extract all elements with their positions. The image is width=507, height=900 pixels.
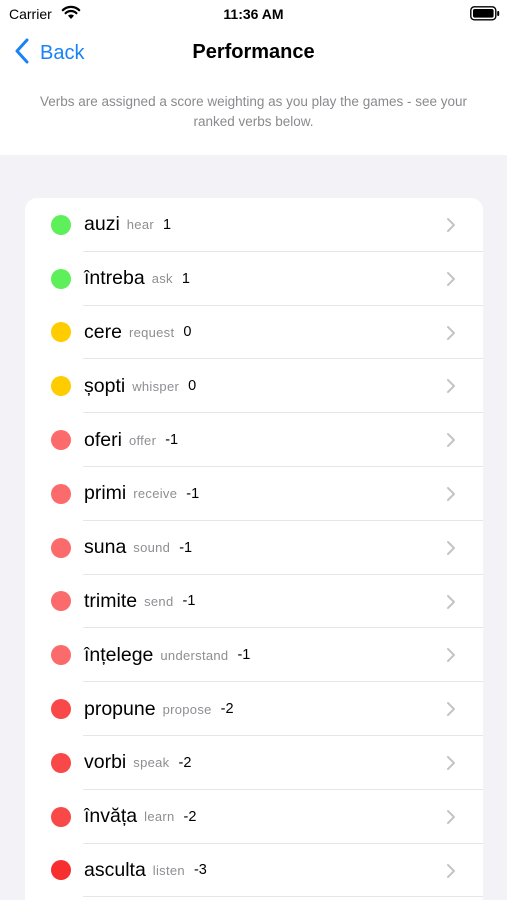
navigation-bar: Back Performance: [0, 28, 507, 78]
translation-label: speak: [133, 755, 170, 771]
verb-label: întreba: [84, 267, 145, 290]
translation-label: ask: [151, 271, 173, 287]
page-title: Performance: [192, 41, 315, 63]
verb-label: primi: [84, 482, 127, 505]
verb-row[interactable]: primi receive -1: [25, 467, 483, 521]
verb-row[interactable]: oferi offer -1: [25, 413, 483, 467]
translation-label: request: [128, 324, 175, 340]
score-label: 0: [188, 378, 197, 395]
translation-label: sound: [133, 540, 171, 556]
score-indicator-dot: [51, 591, 71, 612]
score-indicator-dot: [51, 322, 71, 343]
verb-row[interactable]: șopti whisper 0: [25, 359, 483, 413]
score-indicator-dot: [51, 214, 71, 235]
chevron-right-icon: [447, 325, 455, 340]
verb-row[interactable]: vorbi speak -2: [25, 736, 483, 790]
score-label: -1: [186, 485, 200, 502]
verb-row[interactable]: înțelege understand -1: [25, 628, 483, 682]
score-label: -2: [183, 808, 197, 825]
translation-label: offer: [128, 432, 157, 448]
verb-row[interactable]: auzi hear 1: [25, 198, 483, 252]
verb-row[interactable]: învăța learn -2: [25, 790, 483, 844]
verb-label: suna: [84, 536, 127, 559]
verb-label: cere: [84, 320, 122, 343]
translation-label: send: [144, 593, 174, 609]
score-indicator-dot: [51, 430, 71, 451]
status-time: 11:36 AM: [223, 6, 284, 22]
verb-list: auzi hear 1 întreba ask 1 cere request 0 șopti whi…: [25, 198, 483, 900]
verb-row[interactable]: propune propose -2: [25, 682, 483, 736]
translation-label: learn: [144, 809, 175, 825]
chevron-right-icon: [447, 486, 455, 501]
score-label: -2: [178, 754, 192, 771]
score-indicator-dot: [51, 483, 71, 504]
translation-label: propose: [162, 701, 212, 717]
chevron-right-icon: [447, 540, 455, 555]
score-label: -1: [237, 647, 251, 664]
score-indicator-dot: [51, 268, 71, 289]
score-label: 1: [181, 270, 190, 287]
verb-row[interactable]: asculta listen -3: [25, 844, 483, 898]
verb-label: auzi: [84, 213, 120, 236]
chevron-right-icon: [447, 594, 455, 609]
verb-label: șopti: [84, 374, 126, 397]
translation-label: listen: [152, 862, 185, 878]
score-label: -1: [179, 539, 193, 556]
score-indicator-dot: [51, 376, 71, 397]
score-label: -3: [193, 862, 207, 879]
chevron-right-icon: [447, 379, 455, 394]
translation-label: receive: [133, 486, 178, 502]
verb-label: vorbi: [84, 751, 127, 774]
score-label: -2: [220, 701, 234, 718]
translation-label: whisper: [132, 378, 180, 394]
translation-label: hear: [126, 217, 155, 233]
verb-row[interactable]: întreba ask 1: [25, 252, 483, 306]
verb-label: învăța: [84, 805, 138, 828]
score-indicator-dot: [51, 806, 71, 827]
score-indicator-dot: [51, 645, 71, 666]
verb-label: trimite: [84, 589, 138, 612]
score-label: 1: [163, 216, 172, 233]
score-indicator-dot: [51, 699, 71, 720]
verb-row[interactable]: cere request 0: [25, 306, 483, 360]
description-text: Verbs are assigned a score weighting as …: [40, 94, 467, 129]
score-indicator-dot: [51, 752, 71, 773]
chevron-right-icon: [447, 271, 455, 286]
verb-row[interactable]: trimite send -1: [25, 575, 483, 629]
chevron-right-icon: [447, 809, 455, 824]
verb-label: oferi: [84, 428, 122, 451]
score-label: -1: [165, 432, 179, 449]
header-area: Carrier 11:36 AM Back Performance Verbs …: [0, 0, 507, 155]
status-bar: Carrier 11:36 AM: [0, 0, 507, 28]
translation-label: understand: [160, 647, 229, 663]
chevron-right-icon: [447, 702, 455, 717]
chevron-right-icon: [447, 755, 455, 770]
chevron-right-icon: [447, 863, 455, 878]
chevron-right-icon: [447, 218, 455, 232]
score-indicator-dot: [51, 860, 71, 881]
verb-label: înțelege: [84, 643, 154, 666]
verb-label: asculta: [84, 858, 146, 881]
chevron-right-icon: [447, 433, 455, 448]
chevron-right-icon: [447, 648, 455, 663]
score-label: 0: [183, 324, 192, 341]
score-indicator-dot: [51, 537, 71, 558]
score-label: -1: [182, 593, 196, 610]
verb-row[interactable]: suna sound -1: [25, 521, 483, 575]
verb-label: propune: [84, 697, 156, 720]
